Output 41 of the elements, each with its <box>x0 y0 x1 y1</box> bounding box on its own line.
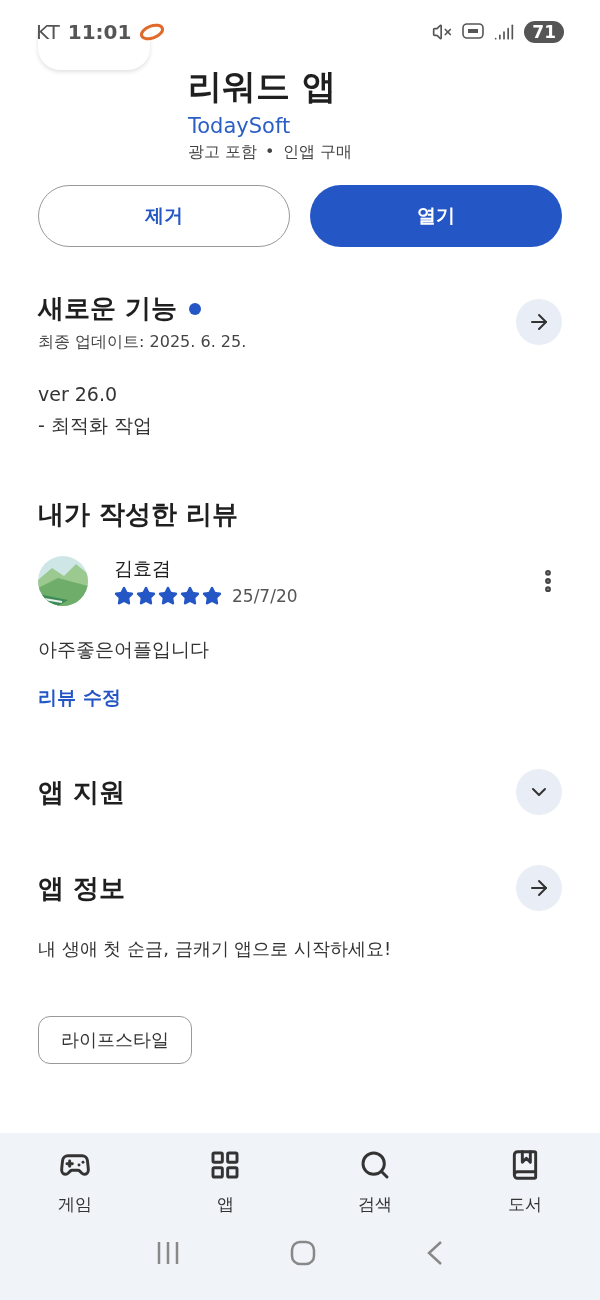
clock: 11:01 <box>67 20 132 44</box>
home-icon[interactable] <box>290 1240 316 1266</box>
app-title: 리워드 앱 <box>188 65 337 108</box>
nav-tab[interactable]: 게임 <box>0 1147 150 1216</box>
grid-icon <box>209 1149 241 1181</box>
section-title: 내가 작성한 리뷰 <box>38 498 240 531</box>
star-icon <box>180 586 200 606</box>
developer-link[interactable]: TodaySoft <box>188 114 600 138</box>
star-icon <box>136 586 156 606</box>
uninstall-button[interactable]: 제거 <box>38 185 290 247</box>
notification-icon <box>139 22 166 42</box>
star-icon <box>158 586 178 606</box>
star-icon <box>114 586 134 606</box>
separator-dot: • <box>265 142 275 163</box>
category-chip[interactable]: 라이프스타일 <box>38 1016 192 1064</box>
review-text: 아주좋은어플입니다 <box>38 637 210 662</box>
hd-icon <box>462 23 485 41</box>
nav-tab[interactable]: 도서 <box>450 1147 600 1216</box>
battery-level: 71 <box>524 21 564 43</box>
open-button[interactable]: 열기 <box>310 185 562 247</box>
nav-tab[interactable]: 검색 <box>300 1147 450 1216</box>
review-date: 25/7/20 <box>232 586 298 606</box>
reviewer-name: 김효겸 <box>114 556 172 581</box>
carrier: KT <box>36 20 60 44</box>
nav-tab[interactable]: 앱 <box>150 1147 300 1216</box>
update-date: 최종 업데이트: 2025. 6. 25. <box>38 332 247 353</box>
star-icon <box>202 586 222 606</box>
ads-label: 광고 포함 <box>188 142 258 163</box>
app-description: 내 생애 첫 순금, 금캐기 앱으로 시작하세요! <box>38 937 393 961</box>
purchase-label: 인앱 구매 <box>282 142 352 163</box>
release-note: - 최적화 작업 <box>38 413 153 438</box>
arrow-button[interactable] <box>516 299 562 345</box>
edit-review-link[interactable]: 리뷰 수정 <box>38 685 121 711</box>
section-title: 앱 지원 <box>38 775 126 809</box>
mute-icon <box>432 22 453 42</box>
search-icon <box>359 1149 391 1181</box>
arrow-button[interactable] <box>516 865 562 911</box>
section-title: 새로운 기능 <box>38 292 178 325</box>
signal-icon <box>494 22 515 42</box>
release-note: ver 26.0 <box>38 382 119 407</box>
section-title: 앱 정보 <box>38 871 126 905</box>
